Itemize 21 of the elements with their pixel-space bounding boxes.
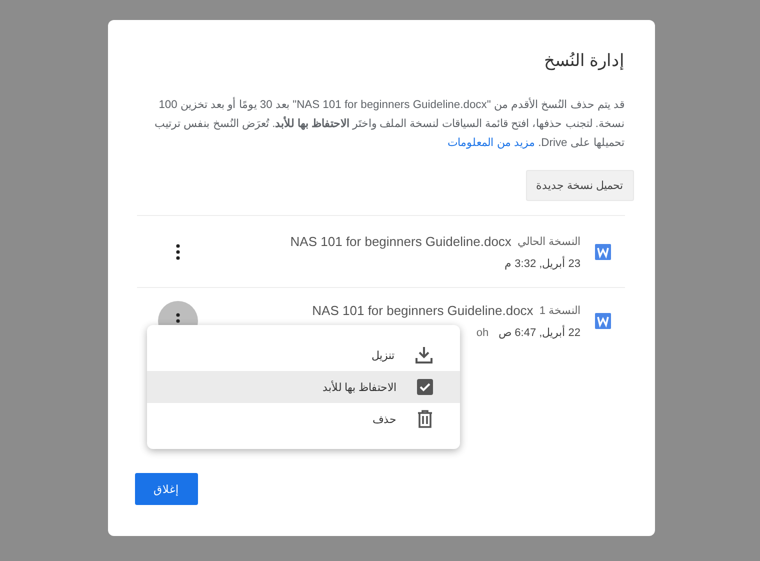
file-name: NAS 101 for beginners Guideline.docx <box>290 234 512 248</box>
author-name: oh <box>476 326 489 338</box>
close-button[interactable]: إغلاق <box>134 473 198 505</box>
more-vertical-icon <box>176 244 180 260</box>
download-icon <box>414 346 432 364</box>
version-date: 22 أبريل, 6:47 ص <box>498 326 580 339</box>
description-text: قد يتم حذف النُسخ الأقدم من "NAS 101 for beginners Guideline.docx" بعد 30 يومًا أو بعد تخزين 100 نسخة. لتجنب حذفها، افتح قائمة السياقات لنسخة الملف واختَر الاحتفاظ بها للأبد. تُعرَض النُسخ بنفس ترتيب تحميلها على Drive. مزيد من المعلومات <box>154 96 624 151</box>
file-name: NAS 101 for beginners Guideline.docx <box>312 303 534 318</box>
checkbox-icon[interactable] <box>416 379 432 395</box>
trash-icon <box>416 410 432 428</box>
word-document-icon <box>594 244 610 260</box>
word-document-icon <box>594 313 610 329</box>
dialog-title: إدارة النُسخ <box>542 50 624 70</box>
upload-new-version-button[interactable]: تحميل نسخة جديدة <box>526 170 634 201</box>
menu-item[interactable]: حذف <box>146 403 460 435</box>
learn-more-link[interactable]: مزيد من المعلومات <box>448 137 535 149</box>
version-date: 23 أبريل, 3:32 م <box>504 256 580 270</box>
menu-item[interactable]: الاحتفاظ بها للأبد <box>146 371 460 403</box>
menu-item[interactable]: تنزيل <box>146 339 460 371</box>
version-label: النسخة الحالي <box>517 234 580 248</box>
version-label: النسخة 1 <box>539 304 580 317</box>
